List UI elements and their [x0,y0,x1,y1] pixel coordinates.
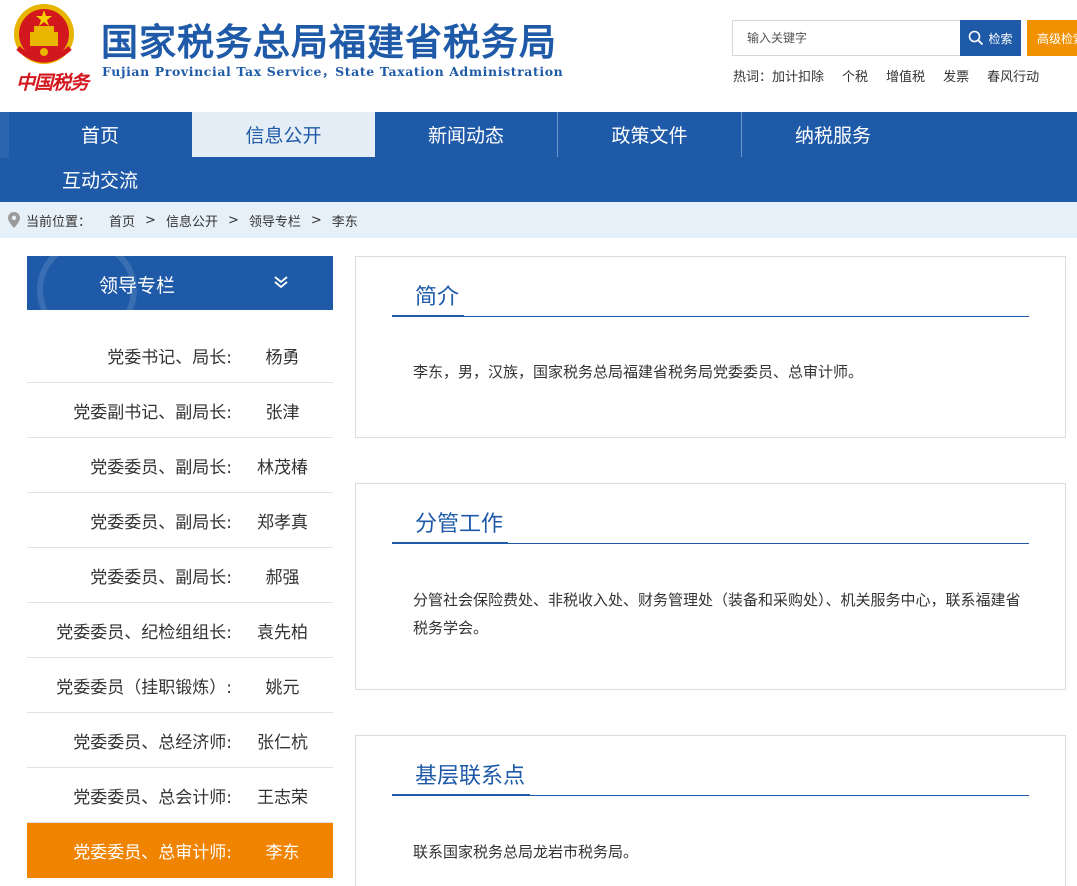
leader-role: 党委委员、副局长: [90,567,232,588]
leader-role: 党委委员、总会计师: [73,787,232,808]
section-card-contact-point: 基层联系点 联系国家税务总局龙岩市税务局。 [355,735,1066,886]
nav-item-home[interactable]: 首页 [9,112,191,157]
leader-name: 王志荣 [257,787,308,808]
leader-name: 郝强 [265,567,300,588]
section-heading-bar: 基层联系点 [392,760,1029,796]
nav-item-tax-service[interactable]: 纳税服务 [742,112,924,157]
hot-words-label: 热词： [733,70,773,85]
leader-role: 党委委员、总经济师: [73,732,232,753]
sidebar-header[interactable]: 领导专栏 [27,256,333,310]
leader-item[interactable]: 党委委员、总经济师: 张仁杭 [27,713,333,768]
leader-item[interactable]: 党委书记、局长: 杨勇 [27,328,333,383]
leader-item[interactable]: 党委副书记、副局长: 张津 [27,383,333,438]
section-heading: 基层联系点 [392,760,531,796]
section-text: 李东，男，汉族，国家税务总局福建省税务局党委委员、总审计师。 [413,363,864,381]
leader-name: 张津 [265,402,300,423]
search-button-label: 检索 [988,31,1013,46]
leader-item[interactable]: 党委委员、纪检组组长: 袁先柏 [27,603,333,658]
breadcrumb-separator: > [227,212,239,228]
breadcrumb: 当前位置： 首页 > 信息公开 > 领导专栏 > 李东 [0,202,1077,238]
breadcrumb-current: 李东 [331,214,358,230]
section-card-responsibilities: 分管工作 分管社会保险费处、非税收入处、财务管理处（装备和采购处）、机关服务中心… [355,483,1066,690]
leader-role: 党委委员、副局长: [90,457,232,478]
site-header: 中国税务 国家税务总局福建省税务局 Fujian Provincial Tax … [0,0,1077,112]
section-heading: 分管工作 [392,508,509,544]
breadcrumb-separator: > [310,212,322,228]
leader-item-active[interactable]: 党委委员、总审计师: 李东 [27,823,333,878]
leader-name: 林茂椿 [257,457,308,478]
leader-item[interactable]: 党委委员、副局长: 郑孝真 [27,493,333,548]
leader-role: 党委副书记、副局长: [73,402,232,423]
section-heading: 简介 [392,281,465,317]
leader-item[interactable]: 党委委员、副局长: 郝强 [27,548,333,603]
leader-role: 党委委员、副局长: [90,512,232,533]
leader-list: 党委书记、局长: 杨勇 党委副书记、副局长: 张津 党委委员、副局长: 林茂椿 … [27,328,333,878]
national-emblem-icon[interactable] [10,2,78,70]
hot-word-link[interactable]: 个税 [842,66,868,85]
leader-name: 郑孝真 [257,512,308,533]
site-subtitle: Fujian Provincial Tax Service，State Taxa… [102,64,564,79]
hot-words: 热词： 加计扣除 个税 增值税 发票 春风行动 [733,66,1057,85]
leader-name: 袁先柏 [257,622,308,643]
chevron-double-down-icon[interactable] [271,272,291,292]
nav-item-policy[interactable]: 政策文件 [558,112,741,157]
hot-word-link[interactable]: 春风行动 [987,66,1039,85]
leader-name: 杨勇 [265,347,300,368]
section-heading-bar: 简介 [392,281,1029,317]
nav-item-info-disclosure[interactable]: 信息公开 [192,112,375,157]
breadcrumb-label: 当前位置： [26,214,92,230]
leader-item[interactable]: 党委委员、副局长: 林茂椿 [27,438,333,493]
sidebar-title: 领导专栏 [99,275,176,297]
location-pin-icon [8,212,20,228]
advanced-search-button[interactable]: 高级检索 [1027,20,1077,56]
leader-role: 党委委员（挂职锻炼）: [56,677,232,698]
section-heading-bar: 分管工作 [392,508,1029,544]
breadcrumb-link-leaders[interactable]: 领导专栏 [249,211,301,230]
hot-word-link[interactable]: 发票 [943,66,969,85]
search-button[interactable]: 检索 [960,20,1021,56]
leader-item[interactable]: 党委委员（挂职锻炼）: 姚元 [27,658,333,713]
site-title[interactable]: 国家税务总局福建省税务局 [101,12,557,66]
nav-item-interaction[interactable]: 互动交流 [9,157,191,202]
leader-item[interactable]: 党委委员、总会计师: 王志荣 [27,768,333,823]
section-card-intro: 简介 李东，男，汉族，国家税务总局福建省税务局党委委员、总审计师。 [355,256,1066,438]
leader-name: 李东 [265,842,300,863]
leader-role: 党委委员、纪检组组长: [56,622,232,643]
leader-role: 党委书记、局长: [107,347,232,368]
china-tax-logo: 中国税务 [16,72,89,94]
hot-word-link[interactable]: 增值税 [886,66,925,85]
hot-word-link[interactable]: 加计扣除 [772,66,824,85]
search-input[interactable] [732,20,961,56]
section-text: 分管社会保险费处、非税收入处、财务管理处（装备和采购处）、机关服务中心，联系福建… [413,591,1021,637]
nav-item-news[interactable]: 新闻动态 [375,112,557,157]
section-text: 联系国家税务总局龙岩市税务局。 [413,843,639,861]
breadcrumb-separator: > [145,212,156,228]
leader-name: 姚元 [265,677,300,698]
breadcrumb-link-info[interactable]: 信息公开 [166,211,218,230]
search-icon [969,30,984,46]
breadcrumb-link-home[interactable]: 首页 [109,211,135,230]
nav-edge [0,112,9,158]
leader-role: 党委委员、总审计师: [73,842,232,863]
leader-name: 张仁杭 [257,732,308,753]
